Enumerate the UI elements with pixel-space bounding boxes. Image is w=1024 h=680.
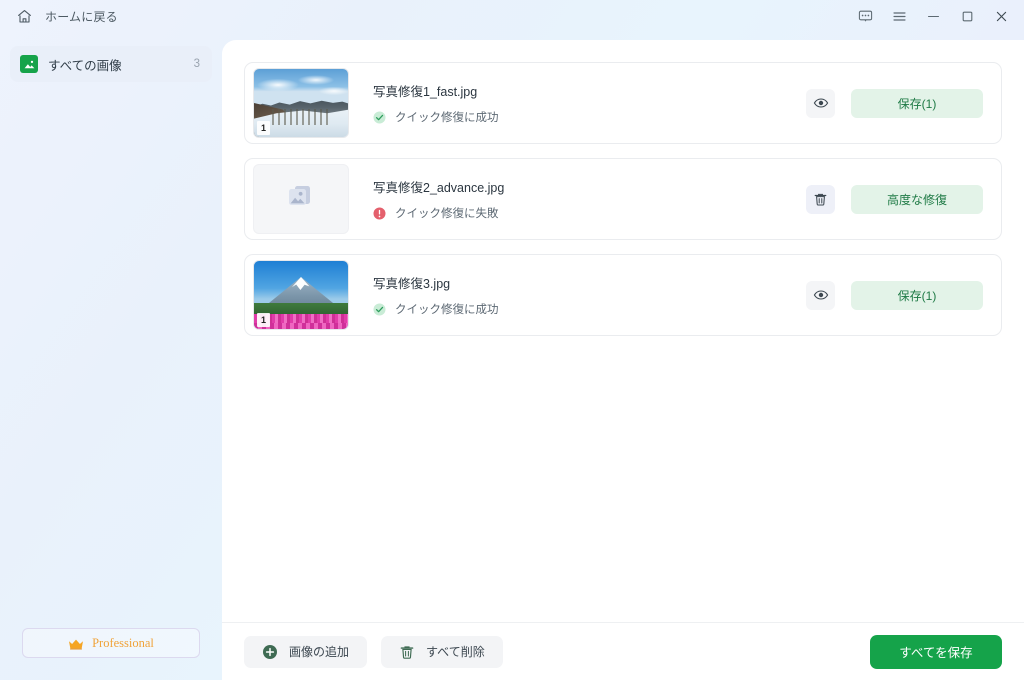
main-panel: 1 写真修復1_fast.jpg クイック修復に成功 保存(1) 写真修復2_a…	[222, 40, 1024, 680]
title-bar: ホームに戻る	[0, 0, 1024, 32]
menu-button[interactable]	[882, 1, 916, 31]
feedback-button[interactable]	[848, 1, 882, 31]
image-icon	[20, 55, 38, 73]
close-icon	[994, 9, 1009, 24]
preview-eye-icon	[813, 95, 829, 111]
status-badge: クイック修復に失敗	[373, 205, 806, 221]
row-actions: 保存(1)	[806, 88, 983, 118]
image-placeholder-icon	[284, 181, 318, 218]
status-badge: クイック修復に成功	[373, 301, 806, 317]
delete-all-button[interactable]: すべて削除	[381, 635, 503, 668]
file-name: 写真修復3.jpg	[373, 277, 451, 291]
sidebar-item-list: すべての画像 3	[0, 32, 222, 82]
crown-icon	[68, 637, 84, 650]
success-check-icon	[373, 303, 386, 316]
add-images-label: 画像の追加	[289, 645, 350, 659]
sidebar: すべての画像 3 Professional	[0, 32, 222, 680]
sidebar-item-label: すべての画像	[48, 58, 122, 73]
back-to-home-button[interactable]: ホームに戻る	[10, 2, 124, 30]
success-check-icon	[373, 111, 386, 124]
row-actions: 高度な修復	[806, 184, 983, 214]
sidebar-item-count: 3	[193, 58, 200, 70]
sidebar-item-all-images[interactable]: すべての画像 3	[10, 46, 212, 82]
minimize-icon	[926, 9, 941, 24]
close-button[interactable]	[984, 1, 1018, 31]
professional-button[interactable]: Professional	[22, 628, 200, 658]
status-badge: クイック修復に成功	[373, 109, 806, 125]
thumbnail[interactable]: 1	[253, 68, 349, 138]
bottom-toolbar: 画像の追加 すべて削除 すべてを保存	[222, 622, 1024, 680]
preview-button[interactable]	[806, 88, 835, 118]
row-info: 写真修復1_fast.jpg クイック修復に成功	[349, 81, 806, 125]
home-icon	[16, 8, 33, 25]
add-images-button[interactable]: 画像の追加	[244, 635, 368, 668]
feedback-icon	[858, 9, 873, 24]
image-list: 1 写真修復1_fast.jpg クイック修復に成功 保存(1) 写真修復2_a…	[222, 40, 1024, 622]
status-text: クイック修復に成功	[395, 304, 499, 316]
preview-button[interactable]	[806, 280, 835, 310]
file-name: 写真修復2_advance.jpg	[373, 181, 505, 195]
thumbnail-badge: 1	[257, 313, 270, 327]
thumbnail-badge: 1	[257, 121, 270, 135]
save-button[interactable]: 保存(1)	[851, 280, 983, 310]
row-info: 写真修復2_advance.jpg クイック修復に失敗	[349, 177, 806, 221]
row-info: 写真修復3.jpg クイック修復に成功	[349, 273, 806, 317]
thumbnail[interactable]	[253, 164, 349, 234]
file-name: 写真修復1_fast.jpg	[373, 85, 478, 99]
back-to-home-label: ホームに戻る	[45, 9, 118, 24]
trash-icon	[399, 644, 415, 660]
maximize-button[interactable]	[950, 1, 984, 31]
error-exclamation-icon	[373, 207, 386, 220]
table-row[interactable]: 1 写真修復3.jpg クイック修復に成功 保存(1)	[244, 254, 1002, 336]
menu-icon	[892, 9, 907, 24]
professional-section: Professional	[0, 628, 222, 680]
plus-circle-icon	[262, 644, 278, 660]
maximize-icon	[960, 9, 975, 24]
thumbnail[interactable]: 1	[253, 260, 349, 330]
save-button[interactable]: 保存(1)	[851, 88, 983, 118]
delete-trash-icon	[813, 192, 828, 207]
professional-label: Professional	[92, 635, 154, 650]
status-text: クイック修復に成功	[395, 112, 499, 124]
delete-all-label: すべて削除	[426, 645, 485, 659]
advanced-repair-button[interactable]: 高度な修復	[851, 184, 983, 214]
table-row[interactable]: 写真修復2_advance.jpg クイック修復に失敗 高度な修復	[244, 158, 1002, 240]
window-controls	[848, 1, 1018, 31]
delete-button[interactable]	[806, 184, 835, 214]
save-all-button[interactable]: すべてを保存	[870, 634, 1002, 669]
table-row[interactable]: 1 写真修復1_fast.jpg クイック修復に成功 保存(1)	[244, 62, 1002, 144]
status-text: クイック修復に失敗	[395, 208, 499, 220]
preview-eye-icon	[813, 287, 829, 303]
row-actions: 保存(1)	[806, 280, 983, 310]
minimize-button[interactable]	[916, 1, 950, 31]
